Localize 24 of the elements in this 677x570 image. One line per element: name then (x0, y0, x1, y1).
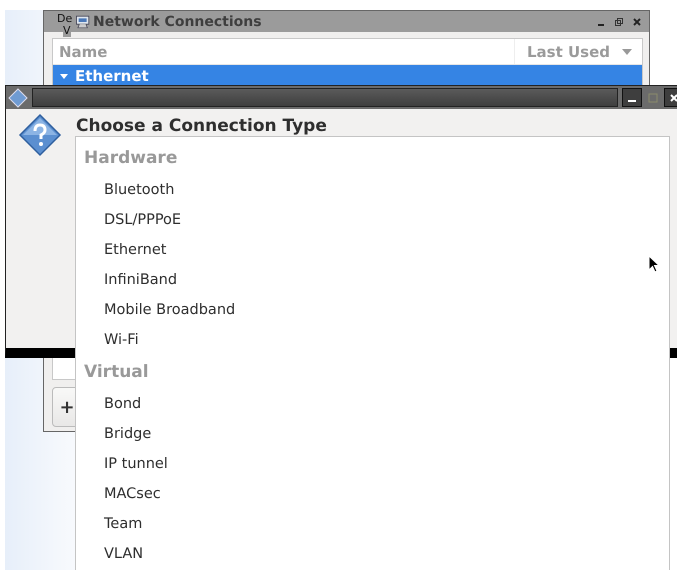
menu-item[interactable]: InfiniBand (76, 265, 669, 295)
menu-section-header: Virtual (83, 361, 150, 384)
menu-item[interactable]: Wi-Fi (76, 325, 669, 355)
desktop-icon-label: V (63, 24, 71, 37)
desktop-icon-label: De (57, 12, 72, 25)
sort-caret-icon (622, 48, 632, 54)
menu-item[interactable]: Team (76, 509, 669, 539)
dialog-heading: Choose a Connection Type (76, 116, 327, 136)
expander-icon[interactable] (59, 72, 69, 80)
window-title: Network Connections (93, 14, 263, 30)
menu-item[interactable]: Mobile Broadband (76, 295, 669, 325)
menu-item[interactable]: DSL/PPPoE (76, 205, 669, 235)
menu-item[interactable]: MACsec (76, 479, 669, 509)
table-row[interactable]: Ethernet (53, 65, 642, 87)
restore-icon[interactable] (615, 18, 623, 26)
menu-item[interactable]: IP tunnel (76, 449, 669, 479)
menu-section-header: Hardware (83, 147, 178, 170)
menu-item[interactable]: VLAN (76, 539, 669, 569)
close-icon[interactable] (633, 18, 641, 26)
network-icon (75, 14, 91, 28)
mouse-pointer-icon (648, 255, 660, 273)
menu-item[interactable]: Ethernet (76, 235, 669, 265)
menu-item[interactable]: Bluetooth (76, 175, 669, 205)
minimize-button[interactable] (622, 88, 642, 107)
